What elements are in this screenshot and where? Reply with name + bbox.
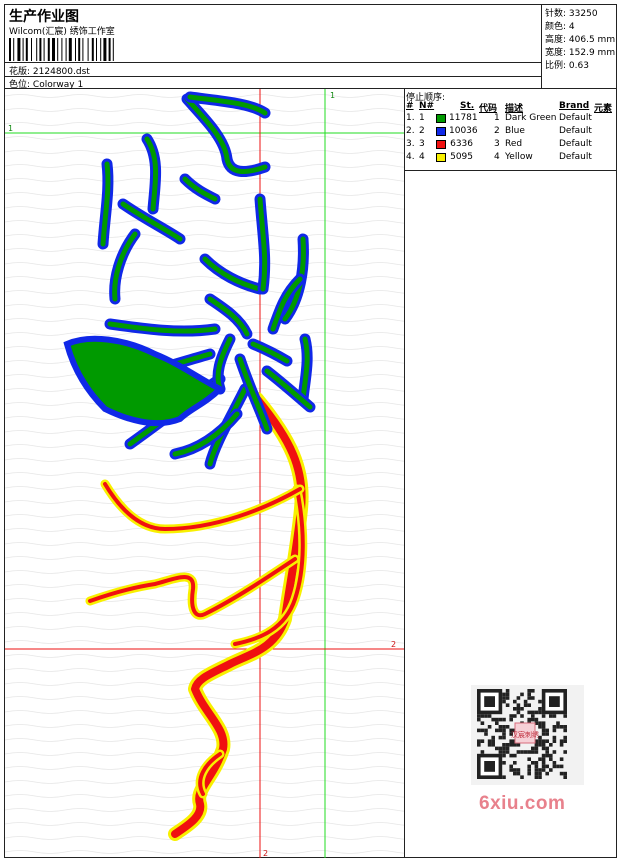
spec-colors: 颜色: 4 — [545, 22, 575, 32]
production-sheet: 生产作业图 Wilcom(汇宸) 绣饰工作室 花版: 2124800.dst 色… — [4, 4, 617, 858]
spec-height: 高度: 406.5 mm — [545, 35, 616, 45]
embroidery-artwork: 1 1 2 2 — [5, 89, 404, 858]
spec-scale: 比例: 0.63 — [545, 61, 589, 71]
color-swatch — [436, 153, 446, 162]
qr-center-badge: 汉宸刺绣 — [511, 730, 539, 739]
barcode — [9, 38, 114, 61]
color-swatch — [436, 114, 446, 123]
color-swatch — [436, 127, 446, 136]
header-info: 生产作业图 Wilcom(汇宸) 绣饰工作室 花版: 2124800.dst 色… — [5, 5, 542, 90]
embroidery-design-view: 1 1 2 2 — [5, 89, 405, 858]
studio-name: Wilcom(汇宸) 绣饰工作室 — [9, 27, 115, 37]
divider — [5, 62, 542, 63]
table-row: 4. 4 5095 4 Yellow Default — [406, 152, 592, 162]
watermark: 6xiu.com — [479, 793, 566, 814]
table-row: 2. 2 10036 2 Blue Default — [406, 126, 592, 136]
table-row: 1. 1 11781 1 Dark Green Default — [406, 113, 592, 123]
divider — [5, 76, 542, 77]
design-specs: 针数: 33250 颜色: 4 高度: 406.5 mm 宽度: 152.9 m… — [542, 5, 617, 89]
table-header: # N# St. 代码 描述 Brand 元素 — [406, 101, 613, 114]
guide-label-green-top: 1 — [330, 91, 335, 100]
guide-label-red-bottom: 2 — [263, 849, 268, 858]
stop-sequence-table: 停止顺序: # N# St. 代码 描述 Brand 元素 1. 1 11781 1 D… — [405, 89, 617, 171]
spec-width: 宽度: 152.9 mm — [545, 48, 616, 58]
guide-label-green: 1 — [8, 124, 13, 133]
guide-label-red: 2 — [391, 640, 396, 649]
spec-stitches: 针数: 33250 — [545, 9, 598, 19]
qr-code: 汉宸刺绣 — [471, 685, 584, 785]
table-row: 3. 3 6336 3 Red Default — [406, 139, 592, 149]
color-swatch — [436, 140, 446, 149]
page-title: 生产作业图 — [9, 9, 79, 25]
